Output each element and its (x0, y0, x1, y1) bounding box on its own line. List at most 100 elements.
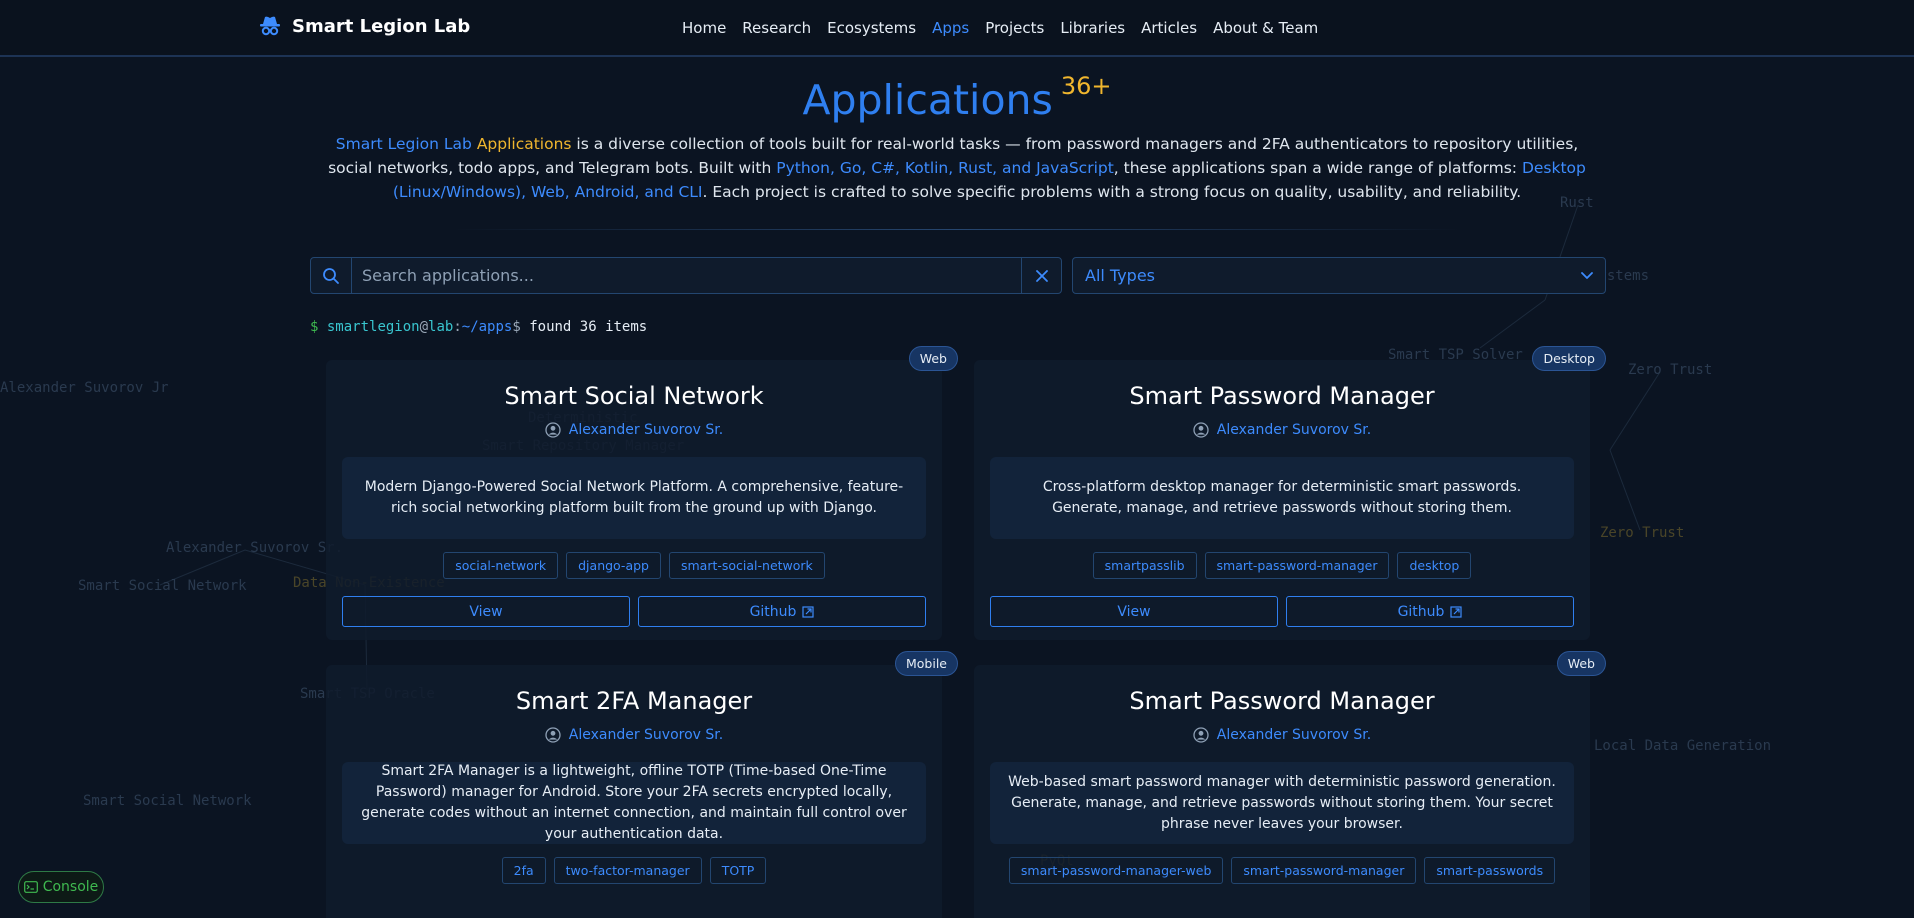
app-card: Web Smart Social Network Alexander Suvor… (326, 346, 958, 640)
tag[interactable]: smart-passwords (1424, 857, 1556, 884)
view-button-label: View (469, 603, 503, 620)
card-author[interactable]: Alexander Suvorov Sr. (326, 422, 942, 438)
nav-libraries[interactable]: Libraries (1060, 19, 1125, 37)
terminal-host: lab (428, 319, 454, 335)
user-circle-icon (1193, 422, 1209, 438)
github-button-label: Github (1397, 603, 1445, 620)
type-badge: Web (908, 346, 958, 371)
tag[interactable]: smart-password-manager (1231, 857, 1417, 884)
card-description: Cross-platform desktop manager for deter… (990, 457, 1574, 539)
tag[interactable]: smartpasslib (1092, 552, 1197, 579)
search-group (310, 257, 1062, 294)
nav-projects[interactable]: Projects (985, 19, 1044, 37)
type-badge: Mobile (894, 651, 958, 676)
tag[interactable]: smart-password-manager (1204, 552, 1390, 579)
terminal-user: smartlegion (326, 319, 420, 335)
tag[interactable]: smart-password-manager-web (1008, 857, 1224, 884)
intro-languages: Python, Go, C#, Kotlin, Rust, and JavaSc… (776, 159, 1114, 177)
type-filter-select[interactable]: All Types (1072, 257, 1606, 294)
terminal-status-line: $ smartlegion@lab:~/apps$ found 36 items (310, 319, 647, 335)
intro-text-2: , these applications span a wide range o… (1113, 159, 1522, 177)
terminal-at: @ (419, 319, 429, 335)
terminal-path: ~/apps (461, 319, 513, 335)
divider (452, 229, 1462, 230)
page-title-text: Applications (802, 76, 1053, 124)
brand-name: Smart Legion Lab (292, 15, 471, 37)
card-title: Smart 2FA Manager (515, 687, 753, 715)
nav-articles[interactable]: Articles (1141, 19, 1197, 37)
view-button[interactable]: View (990, 596, 1278, 627)
app-card: Web Smart Password Manager Alexander Suv… (974, 651, 1606, 918)
terminal-icon (23, 881, 38, 893)
top-navbar: Smart Legion Lab Home Research Ecosystem… (0, 0, 1914, 57)
tag[interactable]: django-app (566, 552, 661, 579)
card-description: Smart 2FA Manager is a lightweight, offl… (342, 762, 926, 844)
github-button[interactable]: Github (1286, 596, 1574, 627)
close-icon (1035, 269, 1048, 282)
intro-paragraph: Smart Legion Lab Applications is a diver… (318, 132, 1596, 204)
terminal-colon: : (453, 319, 462, 335)
view-button[interactable]: View (342, 596, 630, 627)
type-filter-value: All Types (1085, 266, 1156, 285)
app-card: Desktop Smart Password Manager Alexander… (974, 346, 1606, 640)
card-description: Web-based smart password manager with de… (990, 762, 1574, 844)
tag[interactable]: 2fa (501, 857, 546, 884)
card-author[interactable]: Alexander Suvorov Sr. (326, 727, 942, 743)
search-input[interactable] (352, 258, 1021, 293)
tag[interactable]: desktop (1397, 552, 1472, 579)
terminal-dollar: $ (512, 319, 521, 335)
main-content: Applications 36+ Smart Legion Lab Applica… (0, 57, 1914, 918)
external-link-icon (802, 605, 815, 618)
chevron-down-icon (1581, 271, 1593, 279)
nav-ecosystems[interactable]: Ecosystems (827, 19, 916, 37)
console-label: Console (42, 879, 99, 895)
intro-text-3: . Each project is crafted to solve speci… (702, 183, 1522, 201)
view-button-label: View (1117, 603, 1151, 620)
card-title: Smart Password Manager (1129, 382, 1435, 410)
card-title: Smart Social Network (504, 382, 764, 410)
tag-list: smart-password-manager-web smart-passwor… (974, 857, 1590, 884)
external-link-icon (1450, 605, 1463, 618)
clear-search-button[interactable] (1021, 258, 1061, 293)
author-name: Alexander Suvorov Sr. (1216, 422, 1372, 438)
author-name: Alexander Suvorov Sr. (568, 727, 724, 743)
nav-links: Home Research Ecosystems Apps Projects L… (682, 19, 1318, 37)
nav-research[interactable]: Research (742, 19, 811, 37)
user-circle-icon (545, 422, 561, 438)
intro-brand: Smart Legion Lab (335, 135, 472, 153)
tag[interactable]: TOTP (709, 857, 767, 884)
page-title: Applications 36+ (0, 72, 1914, 124)
github-button[interactable]: Github (638, 596, 926, 627)
type-badge: Web (1556, 651, 1606, 676)
github-button-label: Github (749, 603, 797, 620)
app-count-badge: 36+ (1060, 72, 1112, 100)
search-icon (311, 258, 352, 293)
nav-home[interactable]: Home (682, 19, 726, 37)
tag[interactable]: two-factor-manager (553, 857, 702, 884)
card-author[interactable]: Alexander Suvorov Sr. (974, 727, 1590, 743)
type-badge: Desktop (1532, 346, 1606, 371)
tag-list: social-network django-app smart-social-n… (326, 552, 942, 579)
card-author[interactable]: Alexander Suvorov Sr. (974, 422, 1590, 438)
console-button[interactable]: Console (18, 871, 104, 903)
author-name: Alexander Suvorov Sr. (568, 422, 724, 438)
tag-list: smartpasslib smart-password-manager desk… (974, 552, 1590, 579)
card-actions: View Github (990, 596, 1574, 627)
brand[interactable]: Smart Legion Lab (258, 14, 470, 38)
tag[interactable]: smart-social-network (668, 552, 825, 579)
tag[interactable]: social-network (443, 552, 559, 579)
card-actions: View Github (342, 596, 926, 627)
author-name: Alexander Suvorov Sr. (1216, 727, 1372, 743)
nav-apps[interactable]: Apps (932, 19, 969, 37)
app-card: Mobile Smart 2FA Manager Alexander Suvor… (326, 651, 958, 918)
spy-hat-icon (260, 16, 280, 36)
card-description: Modern Django-Powered Social Network Pla… (342, 457, 926, 539)
nav-about-team[interactable]: About & Team (1213, 19, 1318, 37)
card-title: Smart Password Manager (1129, 687, 1435, 715)
user-circle-icon (545, 727, 561, 743)
terminal-prompt: $ (310, 319, 319, 335)
terminal-output: found 36 items (529, 319, 648, 335)
user-circle-icon (1193, 727, 1209, 743)
tag-list: 2fa two-factor-manager TOTP (326, 857, 942, 884)
intro-apps-word: Applications (476, 135, 572, 153)
